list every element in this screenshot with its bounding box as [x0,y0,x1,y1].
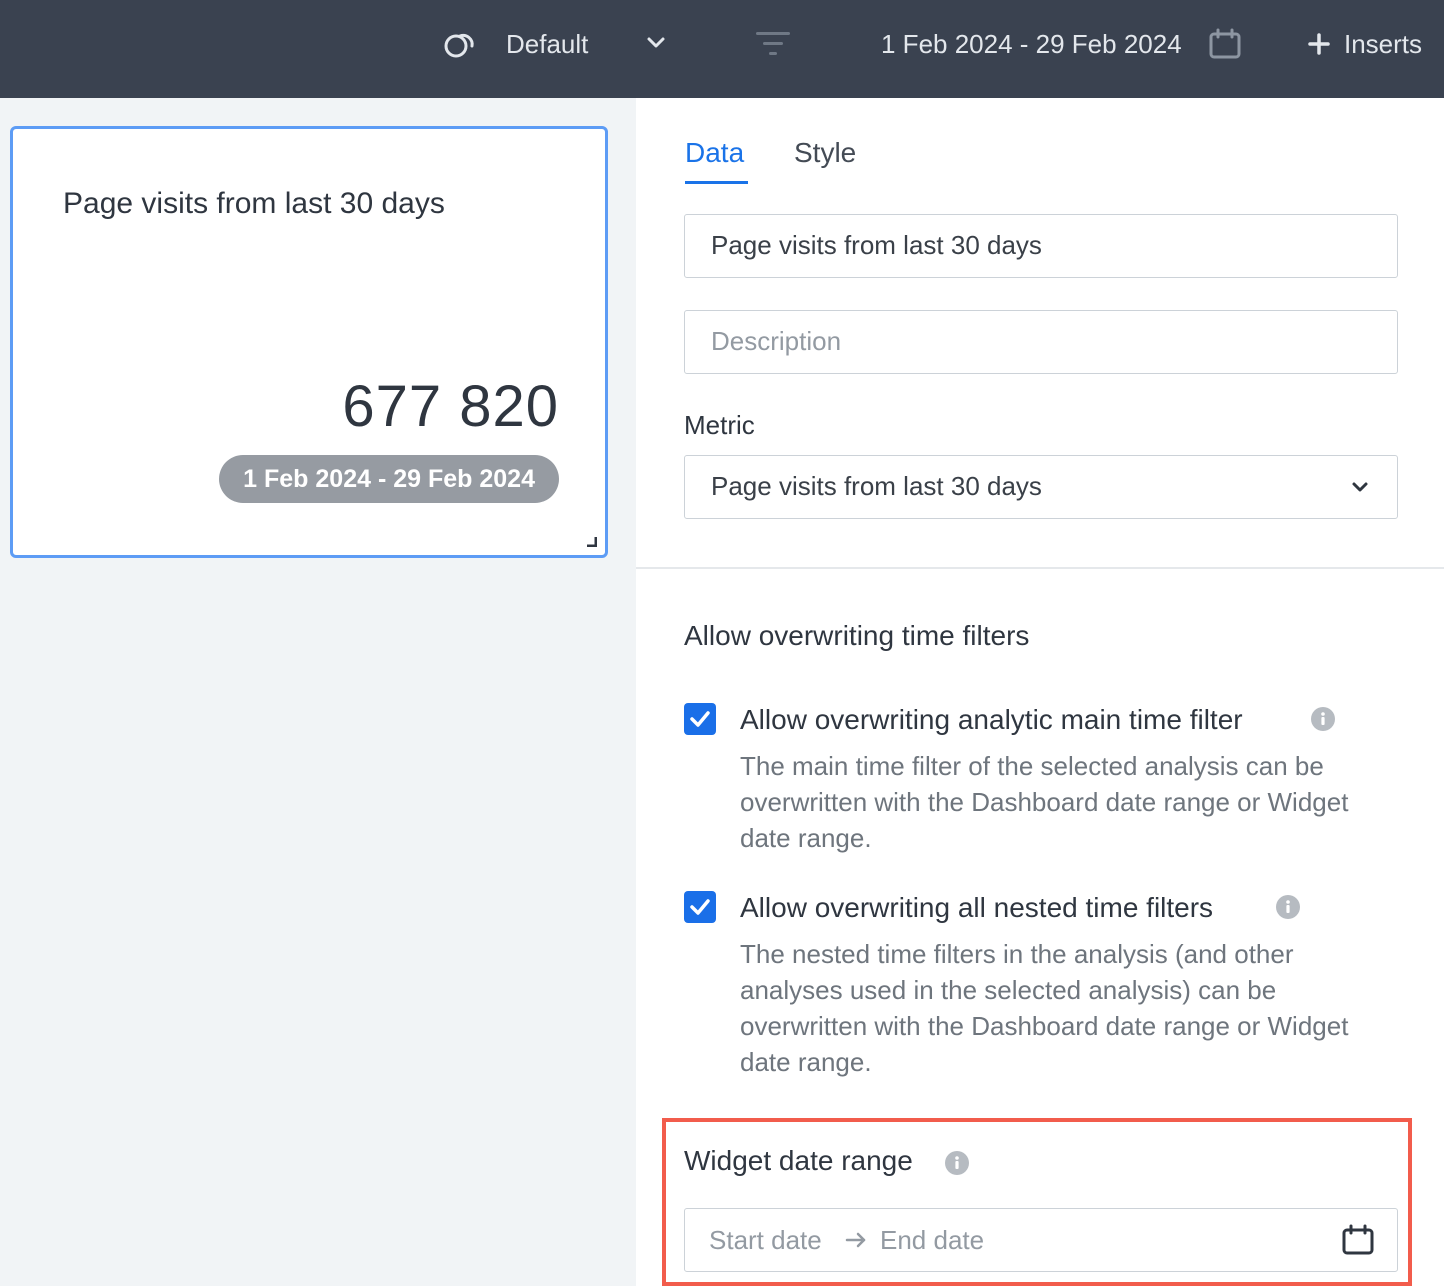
kpi-widget-card[interactable]: Page visits from last 30 days 677 820 1 … [10,126,608,558]
start-date-placeholder[interactable]: Start date [709,1224,822,1256]
metric-selected-value: Page visits from last 30 days [711,471,1042,501]
overwrite-nested-filters-checkbox[interactable] [684,891,716,923]
inserts-label: Inserts [1344,29,1423,59]
info-icon[interactable] [1311,707,1335,731]
widget-date-range-input[interactable]: Start date End date [684,1208,1398,1272]
widget-title: Page visits from last 30 days [63,187,445,220]
overwrite-main-filter-checkbox[interactable] [684,703,716,735]
description-input[interactable]: Description [684,310,1398,374]
section-divider [636,567,1444,569]
plus-icon [1308,33,1330,55]
overwrite-main-filter-description: The main time filter of the selected ana… [740,751,1349,853]
widget-value: 677 820 [342,374,559,439]
chevron-down-icon[interactable] [646,34,666,52]
overwrite-nested-filters-description: The nested time filters in the analysis … [740,939,1349,1077]
overwrite-section-title: Allow overwriting time filters [684,620,1030,651]
dashboard-date-range[interactable]: 1 Feb 2024 - 29 Feb 2024 [881,28,1182,60]
tab-style-label: Style [794,137,857,168]
resize-handle-icon[interactable] [585,535,597,547]
tab-data[interactable]: Data [685,136,748,184]
checkmark-icon [690,711,710,727]
checkmark-icon [690,899,710,915]
widget-title-input[interactable]: Page visits from last 30 days [684,214,1398,278]
segment-selector-label[interactable]: Default [506,28,588,60]
metric-select[interactable]: Page visits from last 30 days [684,455,1398,519]
overwrite-nested-filters-label[interactable]: Allow overwriting all nested time filter… [740,891,1213,925]
overwrite-main-filter-label[interactable]: Allow overwriting analytic main time fil… [740,703,1243,737]
end-date-placeholder[interactable]: End date [880,1224,984,1256]
calendar-icon[interactable] [1208,28,1242,60]
top-bar: Default 1 Feb 2024 - 29 Feb 2024 Inserts [0,0,1444,98]
tab-data-label: Data [685,137,745,168]
widget-settings-panel: Data Style Page visits from last 30 days… [636,98,1444,1286]
chevron-down-icon [1352,482,1368,492]
widget-date-range-title: Widget date range [684,1145,913,1176]
active-tab-indicator [685,181,748,184]
segment-loop-icon[interactable] [442,28,478,60]
calendar-icon[interactable] [1341,1224,1375,1256]
arrow-right-icon [845,1232,866,1248]
tab-style[interactable]: Style [794,136,856,170]
widget-date-badge: 1 Feb 2024 - 29 Feb 2024 [219,455,559,503]
info-icon[interactable] [945,1151,969,1175]
metric-label: Metric [684,410,755,440]
info-icon[interactable] [1276,895,1300,919]
filter-icon[interactable] [754,30,792,58]
inserts-button[interactable]: Inserts [1308,28,1422,60]
